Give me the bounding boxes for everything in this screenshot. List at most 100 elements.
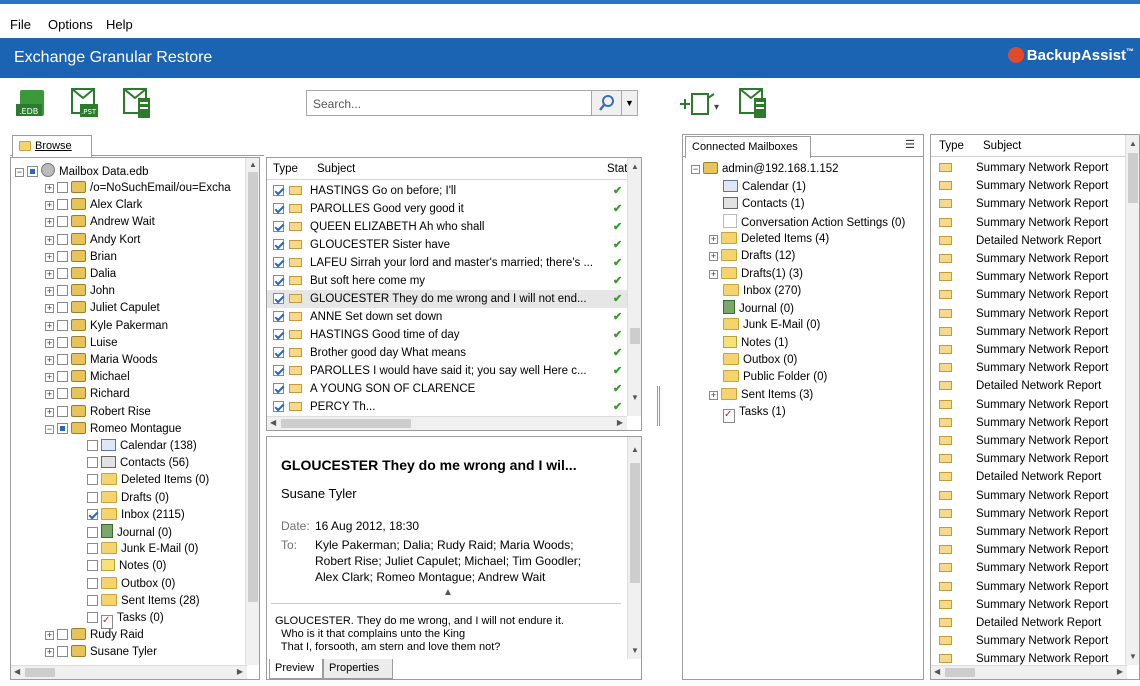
tree-folder[interactable]: Contacts (56) [73, 455, 189, 472]
message-row[interactable]: Summary Network Report [931, 305, 1127, 323]
checkbox[interactable] [57, 199, 68, 210]
message-row[interactable]: PERCY Th... ✔ [267, 398, 627, 416]
col-status[interactable]: Stat [607, 158, 627, 180]
expand-toggle[interactable]: + [709, 390, 718, 400]
checkbox[interactable] [27, 166, 38, 177]
checkbox[interactable] [57, 302, 68, 313]
menu-help[interactable]: Help [106, 17, 133, 32]
expand-toggle[interactable]: + [709, 234, 718, 244]
expand-toggle[interactable]: + [45, 322, 54, 331]
checkbox[interactable] [273, 329, 284, 340]
tree-folder[interactable]: Notes (0) [73, 558, 166, 575]
message-row[interactable]: LAFEU Sirrah your lord and master's marr… [267, 254, 627, 272]
expand-toggle[interactable]: + [45, 287, 54, 296]
tree-mailbox[interactable]: + Brian [45, 249, 117, 266]
expand-toggle[interactable]: + [45, 648, 54, 657]
message-list-hscroll[interactable]: ◀ ▶ [267, 416, 627, 430]
checkbox[interactable] [87, 595, 98, 606]
tree-mailbox[interactable]: + Alex Clark [45, 197, 142, 214]
tree-mailbox[interactable]: + Maria Woods [45, 352, 158, 369]
message-row[interactable]: Summary Network Report [931, 341, 1127, 359]
export-button[interactable] [736, 86, 772, 120]
expand-toggle[interactable]: + [709, 252, 718, 262]
message-row[interactable]: Summary Network Report [931, 323, 1127, 341]
checkbox[interactable] [57, 182, 68, 193]
tree-mailbox[interactable]: + Luise [45, 335, 118, 352]
menu-file[interactable]: File [10, 17, 31, 32]
message-row[interactable]: Summary Network Report [931, 396, 1127, 414]
checkbox[interactable] [273, 347, 284, 358]
message-row[interactable]: QUEEN ELIZABETH Ah who shall ✔ [267, 218, 627, 236]
checkbox[interactable] [273, 311, 284, 322]
open-server-button[interactable] [118, 86, 154, 120]
search-button[interactable] [592, 90, 622, 116]
checkbox[interactable] [87, 509, 98, 520]
checkbox[interactable] [273, 239, 284, 250]
checkbox[interactable] [57, 406, 68, 417]
expand-toggle[interactable]: + [45, 356, 54, 365]
message-row[interactable]: Summary Network Report [931, 250, 1127, 268]
message-row[interactable]: A YOUNG SON OF CLARENCE ✔ [267, 380, 627, 398]
search-input[interactable]: Search... [306, 90, 592, 116]
message-row[interactable]: Summary Network Report [931, 359, 1127, 377]
connected-root[interactable]: − admin@192.168.1.152 [691, 161, 839, 178]
message-row[interactable]: Summary Network Report [931, 541, 1127, 559]
col-type[interactable]: Type [273, 158, 298, 180]
tab-connected-mailboxes[interactable]: Connected Mailboxes [685, 136, 811, 158]
checkbox[interactable] [273, 275, 284, 286]
expand-toggle[interactable]: + [45, 253, 54, 262]
expand-toggle[interactable]: + [45, 236, 54, 245]
list-view-icon[interactable]: ☰ [905, 139, 919, 153]
tree-mailbox[interactable]: + Andy Kort [45, 232, 141, 249]
connected-folder[interactable]: + Drafts (12) [709, 248, 795, 265]
checkbox[interactable] [87, 527, 98, 538]
checkbox[interactable] [57, 423, 68, 434]
tab-browse[interactable]: Browse [12, 135, 92, 157]
checkbox[interactable] [57, 354, 68, 365]
col-type[interactable]: Type [939, 135, 964, 157]
tree-mailbox[interactable]: + Rudy Raid [45, 627, 144, 644]
message-row[interactable]: Summary Network Report [931, 432, 1127, 450]
tree-mailbox[interactable]: + Andrew Wait [45, 214, 155, 231]
connected-folder[interactable]: Outbox (0) [709, 352, 797, 369]
tree-mailbox[interactable]: − Romeo Montague [45, 421, 181, 438]
checkbox[interactable] [273, 221, 284, 232]
tree-folder[interactable]: Journal (0) [73, 524, 172, 541]
preview-vscroll[interactable]: ▲ ▼ [627, 437, 641, 659]
checkbox[interactable] [273, 365, 284, 376]
checkbox[interactable] [273, 293, 284, 304]
connected-folder[interactable]: Junk E-Mail (0) [709, 317, 820, 334]
expand-toggle[interactable]: + [45, 304, 54, 313]
checkbox[interactable] [57, 285, 68, 296]
message-row[interactable]: Summary Network Report [931, 268, 1127, 286]
message-row[interactable]: Summary Network Report [931, 523, 1127, 541]
checkbox[interactable] [273, 383, 284, 394]
expand-toggle[interactable]: + [45, 408, 54, 417]
message-row[interactable]: But soft here come my ✔ [267, 272, 627, 290]
checkbox[interactable] [273, 401, 284, 412]
message-row[interactable]: HASTINGS Good time of day ✔ [267, 326, 627, 344]
expand-toggle[interactable]: + [709, 269, 718, 279]
message-row[interactable]: Summary Network Report [931, 632, 1127, 650]
message-row[interactable]: Summary Network Report [931, 487, 1127, 505]
connected-folder[interactable]: Notes (1) [709, 335, 788, 352]
search-options-dropdown[interactable]: ▼ [622, 90, 638, 116]
tab-properties[interactable]: Properties [323, 659, 393, 679]
message-row[interactable]: Detailed Network Report [931, 377, 1127, 395]
message-row[interactable]: PAROLLES Good very good it ✔ [267, 200, 627, 218]
message-row[interactable]: Summary Network Report [931, 505, 1127, 523]
message-row[interactable]: Brother good day What means ✔ [267, 344, 627, 362]
connect-mailbox-button[interactable]: ▾ [678, 86, 719, 120]
checkbox[interactable] [87, 457, 98, 468]
message-row[interactable]: Summary Network Report [931, 578, 1127, 596]
message-row[interactable]: Summary Network Report [931, 450, 1127, 468]
checkbox[interactable] [57, 388, 68, 399]
tree-folder[interactable]: Outbox (0) [73, 576, 175, 593]
connected-folder[interactable]: Conversation Action Settings (0) [709, 213, 905, 231]
connected-folder[interactable]: Journal (0) [709, 300, 794, 317]
checkbox[interactable] [57, 268, 68, 279]
checkbox[interactable] [273, 257, 284, 268]
checkbox[interactable] [57, 216, 68, 227]
message-row[interactable]: Summary Network Report [931, 214, 1127, 232]
checkbox[interactable] [87, 560, 98, 571]
